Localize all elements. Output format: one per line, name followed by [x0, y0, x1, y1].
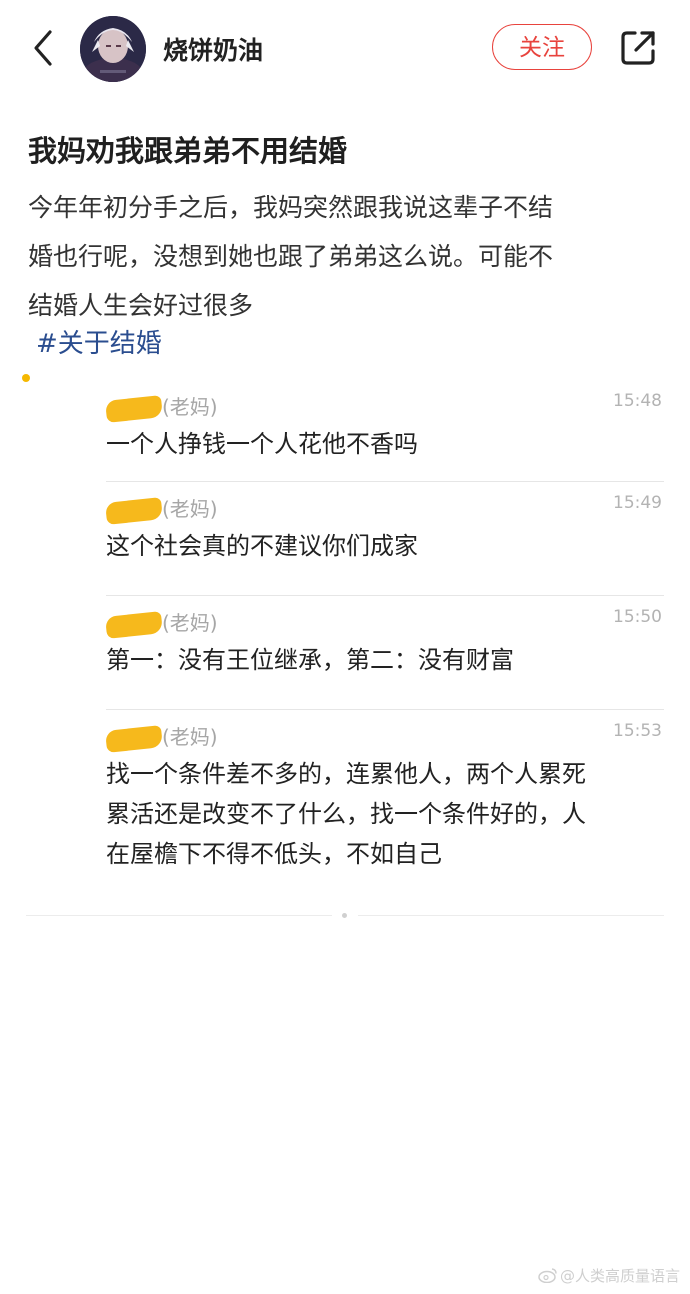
message-sender: (老妈): [105, 391, 218, 423]
back-button[interactable]: [26, 26, 62, 70]
redaction-mark: [105, 724, 163, 753]
sender-label: (老妈): [162, 725, 218, 749]
message-sender: (老妈): [105, 493, 218, 525]
redaction-mark: [105, 610, 163, 639]
username[interactable]: 烧饼奶油: [163, 31, 263, 67]
chat-message: (老妈) 15:50 第一：没有王位继承，第二：没有财富: [105, 596, 664, 710]
message-time: 15:53: [613, 721, 662, 741]
message-text: 找一个条件差不多的，连累他人，两个人累死 累活还是改变不了什么，找一个条件好的，…: [106, 754, 658, 874]
message-text: 第一：没有王位继承，第二：没有财富: [106, 640, 658, 680]
sender-label: (老妈): [162, 395, 218, 419]
message-line: 在屋檐下不得不低头，不如自己: [106, 840, 442, 868]
watermark-text: @人类高质量语言: [559, 1267, 680, 1285]
highlight-mark: [22, 374, 30, 382]
share-button[interactable]: [618, 28, 658, 68]
divider-dot: [342, 913, 347, 918]
post-body-line: 婚也行呢，没想到她也跟了弟弟这么说。可能不: [28, 242, 554, 271]
follow-button[interactable]: 关注: [492, 24, 592, 70]
post-body: 今年年初分手之后，我妈突然跟我说这辈子不结 婚也行呢，没想到她也跟了弟弟这么说。…: [28, 183, 648, 330]
share-icon: [621, 31, 655, 65]
message-line: 累活还是改变不了什么，找一个条件好的，人: [106, 800, 586, 828]
chat-message: (老妈) 15:49 这个社会真的不建议你们成家: [105, 482, 664, 596]
message-time: 15:49: [613, 493, 662, 513]
content-end-divider: [26, 913, 664, 918]
message-line: 找一个条件差不多的，连累他人，两个人累死: [106, 760, 586, 788]
avatar[interactable]: [80, 16, 146, 82]
message-line: 一个人挣钱一个人花他不香吗: [106, 430, 418, 458]
top-bar: 烧饼奶油 关注: [0, 0, 690, 100]
hashtag-link[interactable]: #关于结婚: [36, 323, 162, 360]
message-time: 15:48: [613, 391, 662, 411]
message-text: 一个人挣钱一个人花他不香吗: [106, 424, 658, 464]
redaction-mark: [105, 394, 163, 423]
chat-message: (老妈) 15:53 找一个条件差不多的，连累他人，两个人累死 累活还是改变不了…: [105, 710, 664, 890]
chevron-left-icon: [34, 30, 52, 66]
anime-character-avatar-icon: [80, 16, 146, 82]
sender-label: (老妈): [162, 497, 218, 521]
message-sender: (老妈): [105, 721, 218, 753]
message-text: 这个社会真的不建议你们成家: [106, 526, 658, 566]
message-line: 第一：没有王位继承，第二：没有财富: [106, 646, 514, 674]
watermark: @人类高质量语言: [538, 1265, 680, 1286]
divider-line: [358, 915, 664, 916]
message-line: 这个社会真的不建议你们成家: [106, 532, 418, 560]
message-sender: (老妈): [105, 607, 218, 639]
chat-screenshot: (老妈) 15:48 一个人挣钱一个人花他不香吗 (老妈) 15:49 这个社会…: [105, 380, 664, 890]
redaction-mark: [105, 496, 163, 525]
chat-message: (老妈) 15:48 一个人挣钱一个人花他不香吗: [105, 380, 664, 482]
weibo-icon: [538, 1266, 558, 1285]
message-time: 15:50: [613, 607, 662, 627]
sender-label: (老妈): [162, 611, 218, 635]
divider-line: [26, 915, 332, 916]
post-title: 我妈劝我跟弟弟不用结婚: [28, 134, 348, 168]
post-body-line: 今年年初分手之后，我妈突然跟我说这辈子不结: [28, 193, 554, 222]
